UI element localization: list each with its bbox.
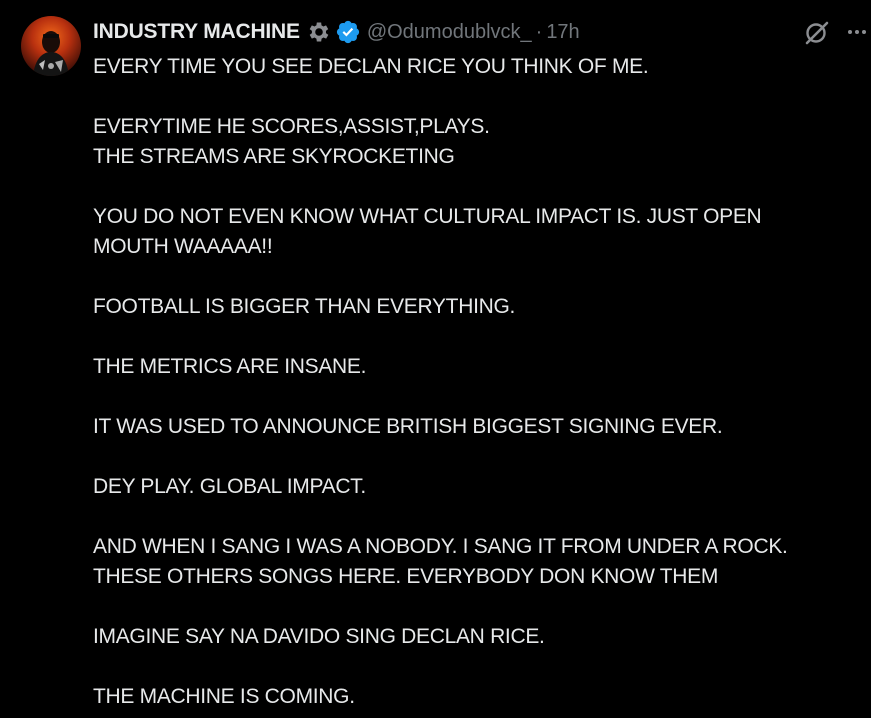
tweet-paragraph: AND WHEN I SANG I WAS A NOBODY. I SANG I… <box>93 532 863 592</box>
tweet-line: MOUTH WAAAAA!! <box>93 235 273 258</box>
tweet-line: THE STREAMS ARE SKYROCKETING <box>93 145 455 168</box>
tweet-paragraph: THE MACHINE IS COMING. <box>93 682 863 712</box>
avatar[interactable] <box>21 16 81 76</box>
tweet-line: IT WAS USED TO ANNOUNCE BRITISH BIGGEST … <box>93 415 723 438</box>
tweet-line: AND WHEN I SANG I WAS A NOBODY. I SANG I… <box>93 535 788 558</box>
tweet-paragraph: EVERYTIME HE SCORES,ASSIST,PLAYS. THE ST… <box>93 112 863 172</box>
tweet-paragraph: DEY PLAY. GLOBAL IMPACT. <box>93 472 863 502</box>
more-options-icon[interactable] <box>843 20 871 44</box>
tweet-paragraph: IMAGINE SAY NA DAVIDO SING DECLAN RICE. <box>93 622 863 652</box>
separator-dot: · <box>535 20 543 43</box>
verified-icon[interactable] <box>335 19 361 45</box>
tweet-line: THE MACHINE IS COMING. <box>93 685 355 708</box>
tweet-line: DEY PLAY. GLOBAL IMPACT. <box>93 475 366 498</box>
tweet-line: THE METRICS ARE INSANE. <box>93 355 367 378</box>
tweet-line: THESE OTHERS SONGS HERE. EVERYBODY DON K… <box>93 565 719 588</box>
tweet-paragraph: YOU DO NOT EVEN KNOW WHAT CULTURAL IMPAC… <box>93 202 863 262</box>
tweet-line: EVERY TIME YOU SEE DECLAN RICE YOU THINK… <box>93 55 649 78</box>
tweet-line: YOU DO NOT EVEN KNOW WHAT CULTURAL IMPAC… <box>93 205 762 228</box>
tweet-paragraph: IT WAS USED TO ANNOUNCE BRITISH BIGGEST … <box>93 412 863 442</box>
tweet-paragraph: FOOTBALL IS BIGGER THAN EVERYTHING. <box>93 292 863 322</box>
tweet-line: EVERYTIME HE SCORES,ASSIST,PLAYS. <box>93 115 490 138</box>
tweet-header: INDUSTRY MACHINE @Odumodublvck_ · 17h <box>93 17 580 47</box>
author-handle[interactable]: @Odumodublvck_ <box>367 21 532 44</box>
grok-icon[interactable] <box>803 18 831 46</box>
gear-icon <box>306 19 332 45</box>
timestamp[interactable]: 17h <box>546 21 579 44</box>
tweet-line: FOOTBALL IS BIGGER THAN EVERYTHING. <box>93 295 516 318</box>
tweet-line: IMAGINE SAY NA DAVIDO SING DECLAN RICE. <box>93 625 545 648</box>
tweet-paragraph: THE METRICS ARE INSANE. <box>93 352 863 382</box>
display-name[interactable]: INDUSTRY MACHINE <box>93 20 300 44</box>
tweet-paragraph: EVERY TIME YOU SEE DECLAN RICE YOU THINK… <box>93 52 863 82</box>
tweet-text: EVERY TIME YOU SEE DECLAN RICE YOU THINK… <box>93 52 863 718</box>
